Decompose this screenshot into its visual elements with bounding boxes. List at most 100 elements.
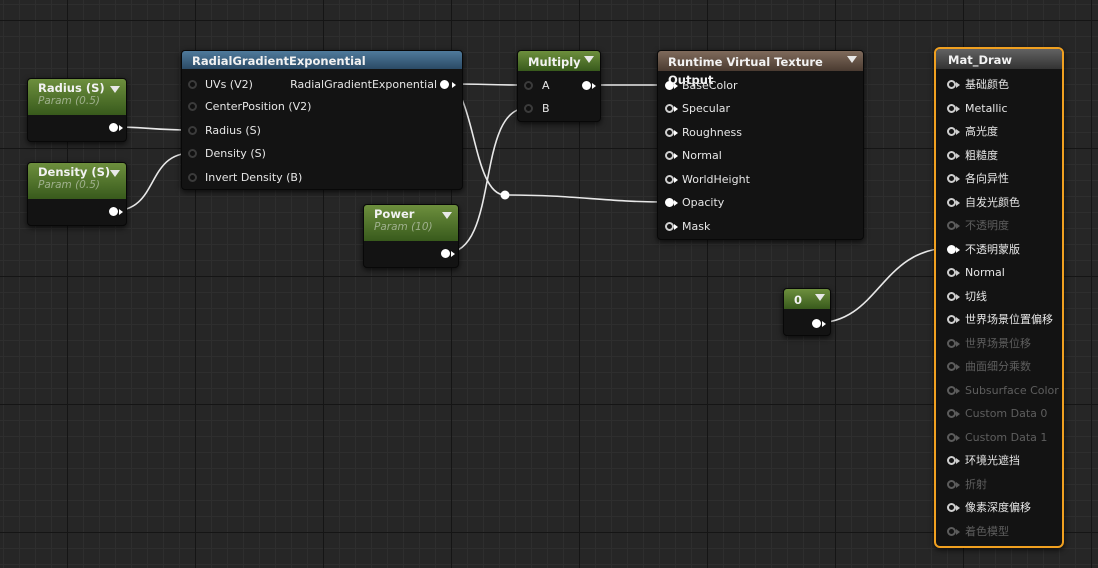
input-pin[interactable] [188,126,197,135]
output-pin[interactable] [582,81,591,90]
input-label: 着色模型 [965,524,1009,538]
input-label: 世界场景位置偏移 [965,313,1053,326]
input-label: Density (S) [205,147,266,160]
collapse-arrow-icon[interactable] [847,56,857,63]
pin-arrow-icon [956,317,960,323]
input-pin[interactable] [524,104,533,113]
output-pin[interactable] [812,319,821,328]
pin-arrow-icon [674,106,678,112]
input-label: Radius (S) [205,124,261,137]
input-pin[interactable] [665,128,674,137]
collapse-arrow-icon[interactable] [110,86,120,93]
output-label: RadialGradientExponential [290,78,437,91]
material-result-node[interactable]: Mat_Draw 基础颜色 Metallic 高光度 粗糙度 各向异性 自发光颜色 不透明度… [934,47,1064,548]
output-pin[interactable] [441,249,450,258]
input-label: Roughness [682,126,743,139]
input-pin[interactable] [665,81,674,90]
output-pin[interactable] [440,80,449,89]
input-pin[interactable] [947,150,956,160]
pin-arrow-icon [956,364,960,370]
input-pin[interactable] [947,456,956,465]
input-label: Normal [965,266,1005,279]
input-pin[interactable] [665,198,674,207]
input-label: 切线 [965,289,987,303]
input-pin[interactable] [947,268,956,277]
input-pin[interactable] [947,80,956,89]
collapse-arrow-icon[interactable] [584,56,594,63]
input-pin[interactable] [947,244,956,254]
input-pin[interactable] [188,149,197,158]
input-pin[interactable] [947,526,956,536]
node-title: Mat_Draw [948,53,1013,67]
pin-arrow-icon [674,177,678,183]
input-label: Metallic [965,101,1008,115]
output-row[interactable]: RadialGradientExponential [286,77,456,93]
input-pin[interactable] [188,80,197,89]
input-label: 基础颜色 [965,78,1009,91]
pin-arrow-icon [956,458,960,464]
pin-arrow-icon [956,82,960,88]
input-pin[interactable] [947,291,956,301]
output-arrow-icon [119,125,123,131]
input-label: BaseColor [682,79,738,92]
input-pin[interactable] [188,173,197,182]
input-pin[interactable] [947,362,956,371]
input-pin[interactable] [947,103,956,113]
radius-param-node[interactable]: Radius (S) Param (0.5) [27,78,127,142]
node-title: 0 [794,293,803,307]
density-param-node[interactable]: Density (S) Param (0.5) [27,162,127,226]
input-label: 环境光遮挡 [965,454,1020,467]
input-label: Custom Data 0 [965,407,1048,420]
input-pin[interactable] [947,503,956,512]
input-pin[interactable] [947,127,956,136]
input-pin[interactable] [947,479,956,489]
input-pin[interactable] [947,432,956,442]
input-pin[interactable] [665,222,674,231]
collapse-arrow-icon[interactable] [110,170,120,177]
multiply-node[interactable]: Multiply A B [517,50,601,122]
pin-arrow-icon [956,129,960,135]
input-pin[interactable] [947,197,956,207]
input-pin[interactable] [188,102,197,111]
input-pin[interactable] [665,175,674,184]
radial-gradient-node[interactable]: RadialGradientExponential UVs (V2) Cente… [181,50,463,190]
input-pin[interactable] [524,81,533,90]
input-label: Custom Data 1 [965,430,1048,444]
pin-arrow-icon [956,105,960,112]
output-pin[interactable] [109,207,118,216]
input-label: 不透明蒙版 [965,242,1020,256]
output-arrow-icon [592,83,596,89]
input-pin[interactable] [947,385,956,395]
input-label: B [542,102,550,115]
input-label: 世界场景位移 [965,336,1031,350]
pin-arrow-icon [956,481,960,488]
power-param-node[interactable]: Power Param (10) [363,204,459,268]
input-pin[interactable] [665,104,674,113]
input-pin[interactable] [947,315,956,324]
rvt-output-node[interactable]: Runtime Virtual Texture Output BaseColor… [657,50,864,240]
pin-arrow-icon [956,293,960,300]
output-pin[interactable] [109,123,118,132]
collapse-arrow-icon[interactable] [442,212,452,219]
node-subtitle: Param (0.5) [38,95,100,107]
input-pin[interactable] [947,221,956,230]
pin-arrow-icon [956,270,960,276]
node-title: Radius (S) [38,81,105,95]
pin-arrow-icon [956,199,960,206]
input-pin[interactable] [947,338,956,348]
input-label: 不透明度 [965,219,1009,232]
collapse-arrow-icon[interactable] [815,294,825,301]
reroute-node [500,190,510,200]
constant-zero-node[interactable]: 0 [783,288,831,336]
pin-arrow-icon [956,505,960,511]
input-pin[interactable] [665,151,674,160]
pin-arrow-icon [674,130,678,136]
node-subtitle: Param (0.5) [38,179,100,191]
input-pin[interactable] [947,409,956,418]
input-label: Subsurface Color [965,383,1059,397]
pin-arrow-icon [956,176,960,182]
pin-arrow-icon [674,200,678,206]
pin-arrow-icon [956,528,960,535]
input-pin[interactable] [947,174,956,183]
input-label: Specular [682,102,731,115]
